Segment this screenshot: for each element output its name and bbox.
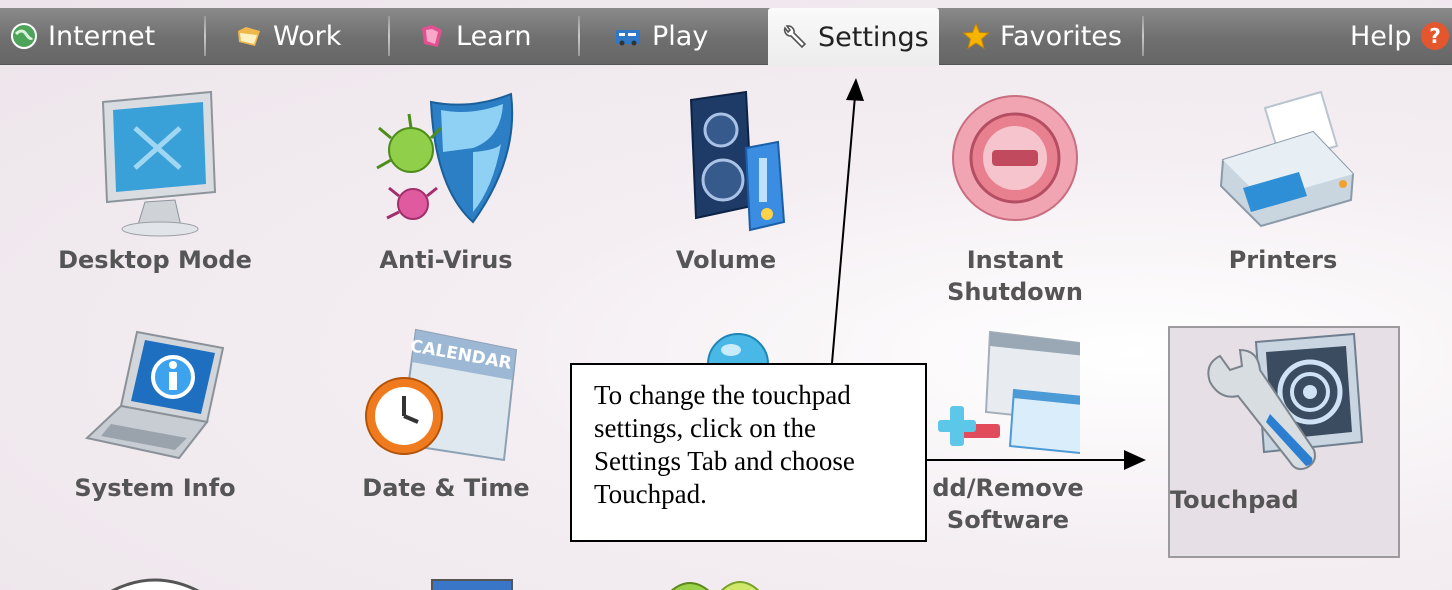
arrow-head-icon [846,78,864,101]
arrow-to-settings-tab [831,95,856,364]
annotation-arrows [831,78,1146,470]
arrow-head-icon [1124,450,1146,470]
